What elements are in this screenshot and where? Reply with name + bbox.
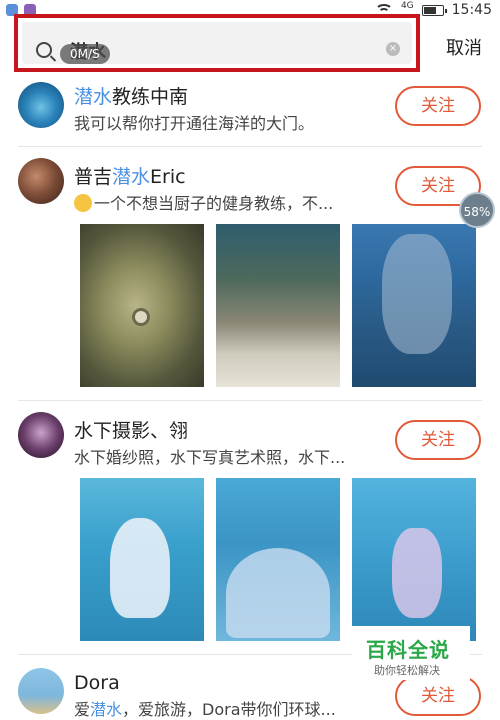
photo-reef[interactable] [216, 224, 340, 387]
network-type: 4G [400, 1, 414, 11]
list-item[interactable]: 普吉潜水Eric 一个不想当厨子的健身教练，不... 关注 [0, 150, 500, 400]
avatar[interactable] [18, 82, 64, 128]
photo-moray-eel[interactable] [80, 224, 204, 387]
photo-underwater-wedding-2[interactable] [216, 478, 340, 641]
avatar[interactable] [18, 158, 64, 204]
search-bar[interactable]: 潜水 0M/S × [14, 14, 420, 72]
list-item[interactable]: 潜水教练中南 我可以帮你打开通往海洋的大门。 关注 [0, 76, 500, 146]
follow-button[interactable]: 关注 [395, 420, 481, 460]
user-description: 水下婚纱照，水下写真艺术照，水下... [74, 448, 346, 467]
grinning-emoji-icon [74, 194, 92, 212]
user-description: 我可以帮你打开通往海洋的大门。 [74, 114, 315, 133]
user-name[interactable]: Dora [74, 672, 120, 694]
watermark: 百科全说 助你轻松解决 [352, 626, 470, 680]
cancel-button[interactable]: 取消 [446, 34, 482, 60]
user-name[interactable]: 水下摄影、翎 [74, 416, 188, 443]
battery-icon [421, 4, 447, 16]
network-speed-badge: 0M/S [60, 44, 110, 64]
watermark-title: 百科全说 [366, 638, 450, 662]
follow-button[interactable]: 关注 [395, 676, 481, 716]
floating-progress-badge[interactable]: 58% [459, 192, 495, 228]
user-description: 一个不想当厨子的健身教练，不... [74, 190, 394, 214]
watermark-subtitle: 助你轻松解决 [374, 664, 440, 677]
user-name[interactable]: 潜水教练中南 [74, 82, 188, 109]
divider [18, 146, 482, 147]
divider [18, 400, 482, 401]
avatar[interactable] [18, 668, 64, 714]
user-description: 爱潜水，爱旅游，Dora带你们环球... [74, 700, 336, 719]
photo-underwater-wedding-1[interactable] [80, 478, 204, 641]
clock: 15:45 [451, 2, 492, 18]
photo-underwater-wedding-3[interactable] [352, 478, 476, 641]
photo-sea-fan[interactable] [352, 224, 476, 387]
follow-button[interactable]: 关注 [395, 86, 481, 126]
clear-icon[interactable]: × [386, 42, 400, 56]
avatar[interactable] [18, 412, 64, 458]
user-name[interactable]: 普吉潜水Eric [74, 162, 186, 189]
list-item[interactable]: 水下摄影、翎 水下婚纱照，水下写真艺术照，水下... 关注 [0, 404, 500, 649]
search-icon [36, 42, 52, 58]
search-input[interactable]: 潜水 0M/S × [22, 22, 412, 64]
